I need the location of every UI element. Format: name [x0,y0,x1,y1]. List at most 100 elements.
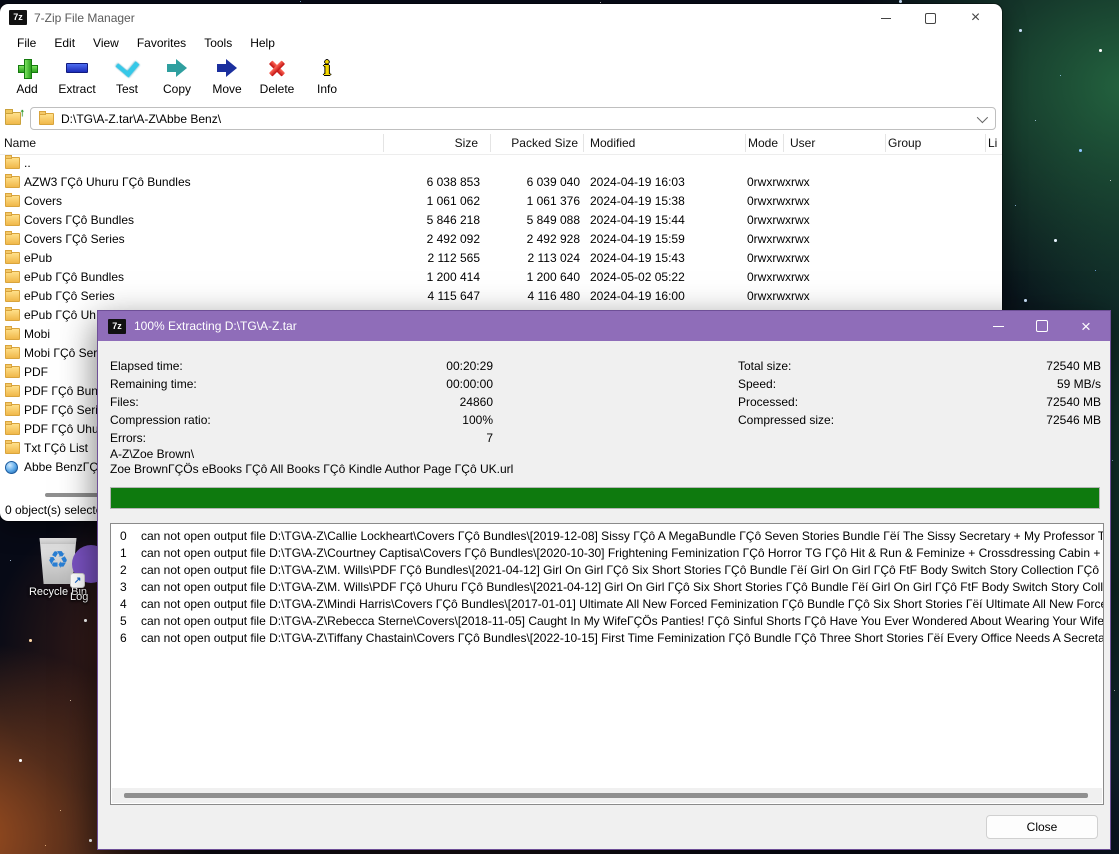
row-modified: 2024-04-19 16:03 [590,175,685,189]
folder-icon [5,366,20,378]
title-bar[interactable]: 7z 7-Zip File Manager [0,4,1002,32]
table-row[interactable]: AZW3 ΓÇô Uhuru ΓÇô Bundles6 038 8536 039… [0,173,1002,192]
row-packed: 4 116 480 [488,289,580,303]
add-button[interactable]: Add [2,53,52,96]
error-list[interactable]: 0 can not open output file D:\TG\A-Z\Call… [110,523,1104,805]
column-separator[interactable] [885,134,886,152]
current-path-line2: Zoe BrownΓÇÖs eBooks ΓÇô All Books ΓÇô K… [110,462,513,476]
delete-label: Delete [257,82,297,96]
error-number: 5 [120,614,127,628]
column-separator[interactable] [490,134,491,152]
error-row: 5 can not open output file D:\TG\A-Z\Rebe… [111,612,1103,629]
header-user[interactable]: User [790,136,815,150]
selection-status: 0 object(s) selected [5,503,109,517]
menu-file[interactable]: File [8,34,45,52]
column-headers: Name Size Packed Size Modified Mode User… [0,132,1002,155]
table-row[interactable]: ePub ΓÇô Series4 115 6474 116 4802024-04… [0,287,1002,306]
folder-icon [5,157,20,169]
scrollbar-thumb[interactable] [124,793,1088,798]
dialog-close-icon[interactable] [1064,311,1108,341]
stat-value: 72540 MB [898,395,1101,409]
row-name: AZW3 ΓÇô Uhuru ΓÇô Bundles [24,175,191,189]
test-button[interactable]: Test [102,53,152,96]
copy-label: Copy [157,82,197,96]
error-number: 1 [120,546,127,560]
chevron-down-icon[interactable] [977,112,988,123]
close-button[interactable]: Close [986,815,1098,839]
table-row[interactable]: .. [0,154,1002,173]
table-row[interactable]: ePub2 112 5652 113 0242024-04-19 15:430r… [0,249,1002,268]
header-mode[interactable]: Mode [700,136,778,150]
stat-label: Processed: [738,395,798,409]
row-name: Covers [24,194,62,208]
table-row[interactable]: Covers ΓÇô Series2 492 0922 492 9282024-… [0,230,1002,249]
header-size[interactable]: Size [383,136,478,150]
table-row[interactable]: Covers1 061 0621 061 3762024-04-19 15:38… [0,192,1002,211]
header-modified[interactable]: Modified [590,136,635,150]
header-name[interactable]: Name [4,136,36,150]
row-name: Txt ΓÇô List [24,441,88,455]
dialog-title: 100% Extracting D:\TG\A-Z.tar [134,319,297,333]
extract-button[interactable]: Extract [52,53,102,96]
row-name: PDF ΓÇô Bun [24,384,98,398]
table-row[interactable]: ePub ΓÇô Bundles1 200 4141 200 6402024-0… [0,268,1002,287]
stat-value: 72546 MB [898,413,1101,427]
row-packed: 5 849 088 [488,213,580,227]
folder-icon [5,214,20,226]
maximize-button[interactable] [908,4,953,32]
copy-arrow-icon [167,59,187,77]
test-check-icon [115,53,139,77]
header-link[interactable]: Li [988,136,997,150]
column-separator[interactable] [985,134,986,152]
stat-value: 100% [298,413,493,427]
dialog-minimize-button[interactable] [976,311,1020,341]
menu-bar: File Edit View Favorites Tools Help [0,32,284,53]
row-size: 2 492 092 [383,232,480,246]
column-separator[interactable] [383,134,384,152]
folder-icon [5,309,20,321]
extract-dialog: 7z 100% Extracting D:\TG\A-Z.tar Elapsed… [97,310,1111,850]
menu-edit[interactable]: Edit [45,34,84,52]
dialog-title-bar[interactable]: 7z 100% Extracting D:\TG\A-Z.tar [98,311,1110,341]
7zip-app-icon: 7z [108,319,126,334]
column-separator[interactable] [783,134,784,152]
row-name: Abbe BenzΓÇ [24,460,98,474]
error-text: can not open output file D:\TG\A-Z\Rebec… [141,614,1104,628]
row-mode: 0rwxrwxrwx [747,232,810,246]
row-packed: 2 492 928 [488,232,580,246]
dialog-maximize-button[interactable] [1020,311,1064,341]
error-text: can not open output file D:\TG\A-Z\M. Wi… [141,580,1104,594]
copy-button[interactable]: Copy [152,53,202,96]
menu-view[interactable]: View [84,34,128,52]
move-button[interactable]: Move [202,53,252,96]
minimize-button[interactable] [863,4,908,32]
up-one-level-button[interactable]: ↑ [5,109,23,125]
menu-favorites[interactable]: Favorites [128,34,195,52]
info-button[interactable]: i Info [302,53,352,96]
row-modified: 2024-04-19 15:59 [590,232,685,246]
error-text: can not open output file D:\TG\A-Z\Mindi… [141,597,1104,611]
error-list-hscrollbar[interactable] [112,788,1102,803]
menu-tools[interactable]: Tools [195,34,241,52]
close-button[interactable] [953,4,998,32]
table-row[interactable]: Covers ΓÇô Bundles5 846 2185 849 0882024… [0,211,1002,230]
address-input[interactable]: D:\TG\A-Z.tar\A-Z\Abbe Benz\ [30,107,996,130]
menu-help[interactable]: Help [241,34,284,52]
stat-value: 7 [298,431,493,445]
header-packed-size[interactable]: Packed Size [470,136,578,150]
column-separator[interactable] [745,134,746,152]
info-i-icon: i [323,58,331,78]
row-packed: 2 113 024 [488,251,580,265]
progress-fill [111,488,1099,508]
header-group[interactable]: Group [888,136,921,150]
row-size: 6 038 853 [383,175,480,189]
stat-label: Compression ratio: [110,413,211,427]
stat-value: 59 MB/s [898,377,1101,391]
column-separator[interactable] [583,134,584,152]
starfield [0,0,1,1]
row-name: ePub ΓÇô Uh [24,308,96,322]
error-number: 0 [120,529,127,543]
row-packed: 1 061 376 [488,194,580,208]
delete-button[interactable]: Delete [252,53,302,96]
error-text: can not open output file D:\TG\A-Z\Calli… [141,529,1104,543]
